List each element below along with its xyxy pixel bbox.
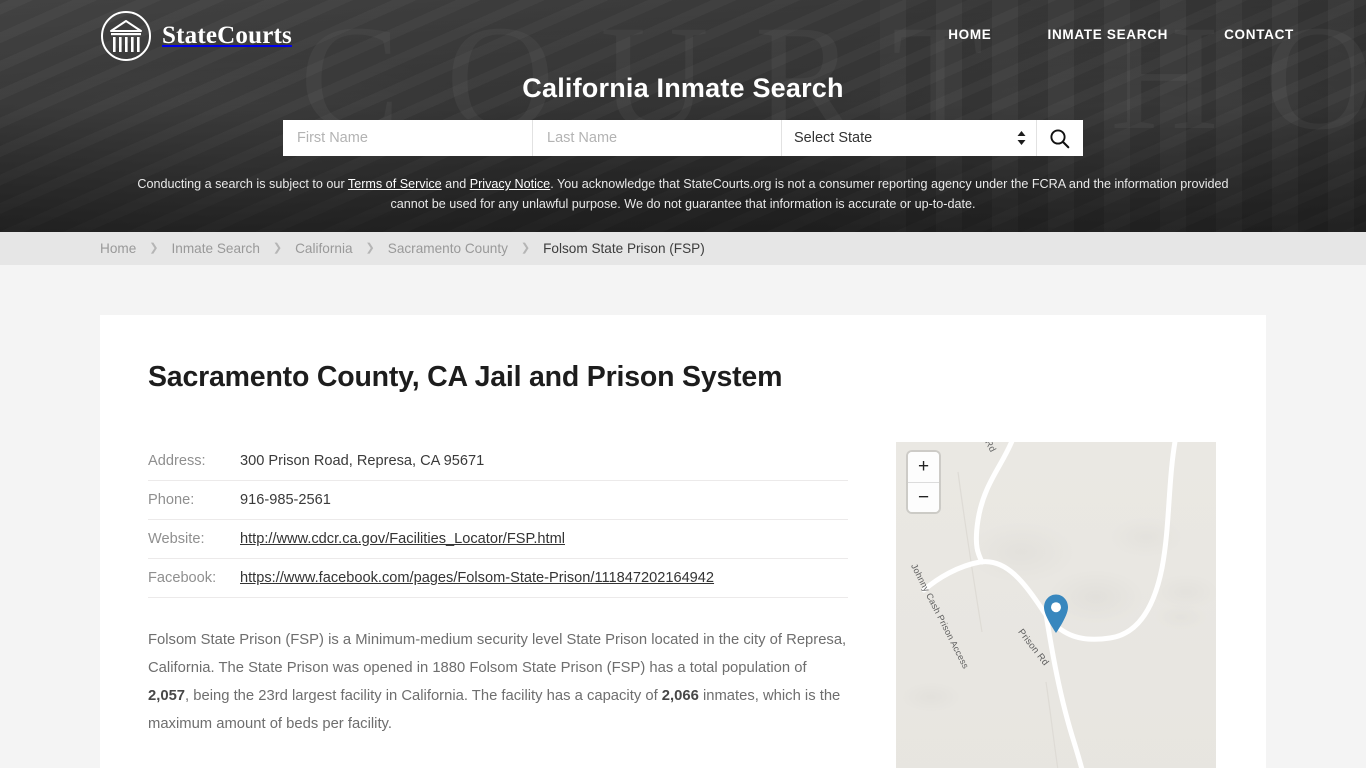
nav-item-contact[interactable]: CONTACT [1224,27,1294,42]
disclaimer-text-1: Conducting a search is subject to our [137,177,348,191]
site-logo[interactable]: StateCourts [100,10,292,62]
search-icon [1050,128,1070,148]
facility-details-column: Address: 300 Prison Road, Represa, CA 95… [148,442,848,768]
table-row: Facebook: https://www.facebook.com/pages… [148,559,848,598]
table-row: Phone: 916-985-2561 [148,481,848,520]
breadcrumb-item-california[interactable]: California [295,241,352,256]
website-link[interactable]: http://www.cdcr.ca.gov/Facilities_Locato… [240,531,565,547]
terms-of-service-link[interactable]: Terms of Service [348,177,442,191]
breadcrumb-item-current: Folsom State Prison (FSP) [543,241,705,256]
map-pin-icon[interactable] [1042,594,1070,634]
facility-description-paragraph: Folsom State Prison (FSP) is a Minimum-m… [148,626,848,738]
description-text-2: , being the 23rd largest facility in Cal… [185,688,662,704]
breadcrumb-item-home[interactable]: Home [100,241,136,256]
breadcrumb-item-inmate-search[interactable]: Inmate Search [171,241,259,256]
map-zoom-in-button[interactable]: + [908,452,939,482]
breadcrumb-separator: ❯ [365,242,375,254]
address-value: 300 Prison Road, Represa, CA 95671 [240,453,485,469]
facility-info-table: Address: 300 Prison Road, Represa, CA 95… [148,442,848,598]
breadcrumb-separator: ❯ [272,242,283,254]
map-zoom-controls: + − [908,452,939,512]
content-columns: Address: 300 Prison Road, Represa, CA 95… [148,442,1218,768]
map-zoom-out-button[interactable]: − [908,482,939,512]
nav-item-home[interactable]: HOME [948,27,991,42]
privacy-notice-link[interactable]: Privacy Notice [470,177,550,191]
nav-item-inmate-search[interactable]: INMATE SEARCH [1048,27,1169,42]
phone-value: 916-985-2561 [240,492,331,508]
site-logo-text: StateCourts [162,22,292,49]
facility-map[interactable]: Rd Prison Rd Johnny Cash Prison Access +… [896,442,1216,768]
search-submit-button[interactable] [1036,120,1082,156]
website-value: http://www.cdcr.ca.gov/Facilities_Locato… [240,520,848,559]
main-navigation: HOME INMATE SEARCH CONTACT [948,27,1294,42]
table-row: Website: http://www.cdcr.ca.gov/Faciliti… [148,520,848,559]
disclaimer-text-2: and [441,177,470,191]
hero-title: California Inmate Search [522,73,844,103]
facebook-link[interactable]: https://www.facebook.com/pages/Folsom-St… [240,570,714,586]
judicial-district-paragraph: The facility is part of Represa, CA judi… [148,764,848,768]
map-column: Rd Prison Rd Johnny Cash Prison Access +… [896,442,1216,768]
courthouse-circle-icon [101,11,151,61]
first-name-input[interactable] [283,120,532,156]
total-population-value: 2,057 [148,688,186,704]
site-header: COURT HOUSE StateCourts HOME INMATE SEAR… [0,0,1366,232]
state-select-wrapper: Select State [782,120,1036,156]
page-title: Sacramento County, CA Jail and Prison Sy… [148,361,783,393]
state-select[interactable]: Select State [782,122,1036,154]
search-disclaimer: Conducting a search is subject to our Te… [130,174,1236,214]
last-name-input[interactable] [532,120,781,156]
facebook-value: https://www.facebook.com/pages/Folsom-St… [240,559,848,598]
table-row: Address: 300 Prison Road, Represa, CA 95… [148,442,848,481]
website-label: Website: [148,531,205,547]
capacity-value: 2,066 [661,688,699,704]
breadcrumb-separator: ❯ [520,242,531,254]
page-body: Sacramento County, CA Jail and Prison Sy… [0,265,1366,768]
phone-label: Phone: [148,492,195,508]
breadcrumb-separator: ❯ [149,242,159,254]
facebook-label: Facebook: [148,570,217,586]
breadcrumb: Home ❯ Inmate Search ❯ California ❯ Sacr… [0,232,1366,265]
inmate-search-bar: Select State [283,120,1083,156]
content-card: Sacramento County, CA Jail and Prison Sy… [100,315,1266,768]
address-label: Address: [148,453,206,469]
description-text-1: Folsom State Prison (FSP) is a Minimum-m… [148,632,847,676]
breadcrumb-item-sacramento-county[interactable]: Sacramento County [388,241,508,256]
